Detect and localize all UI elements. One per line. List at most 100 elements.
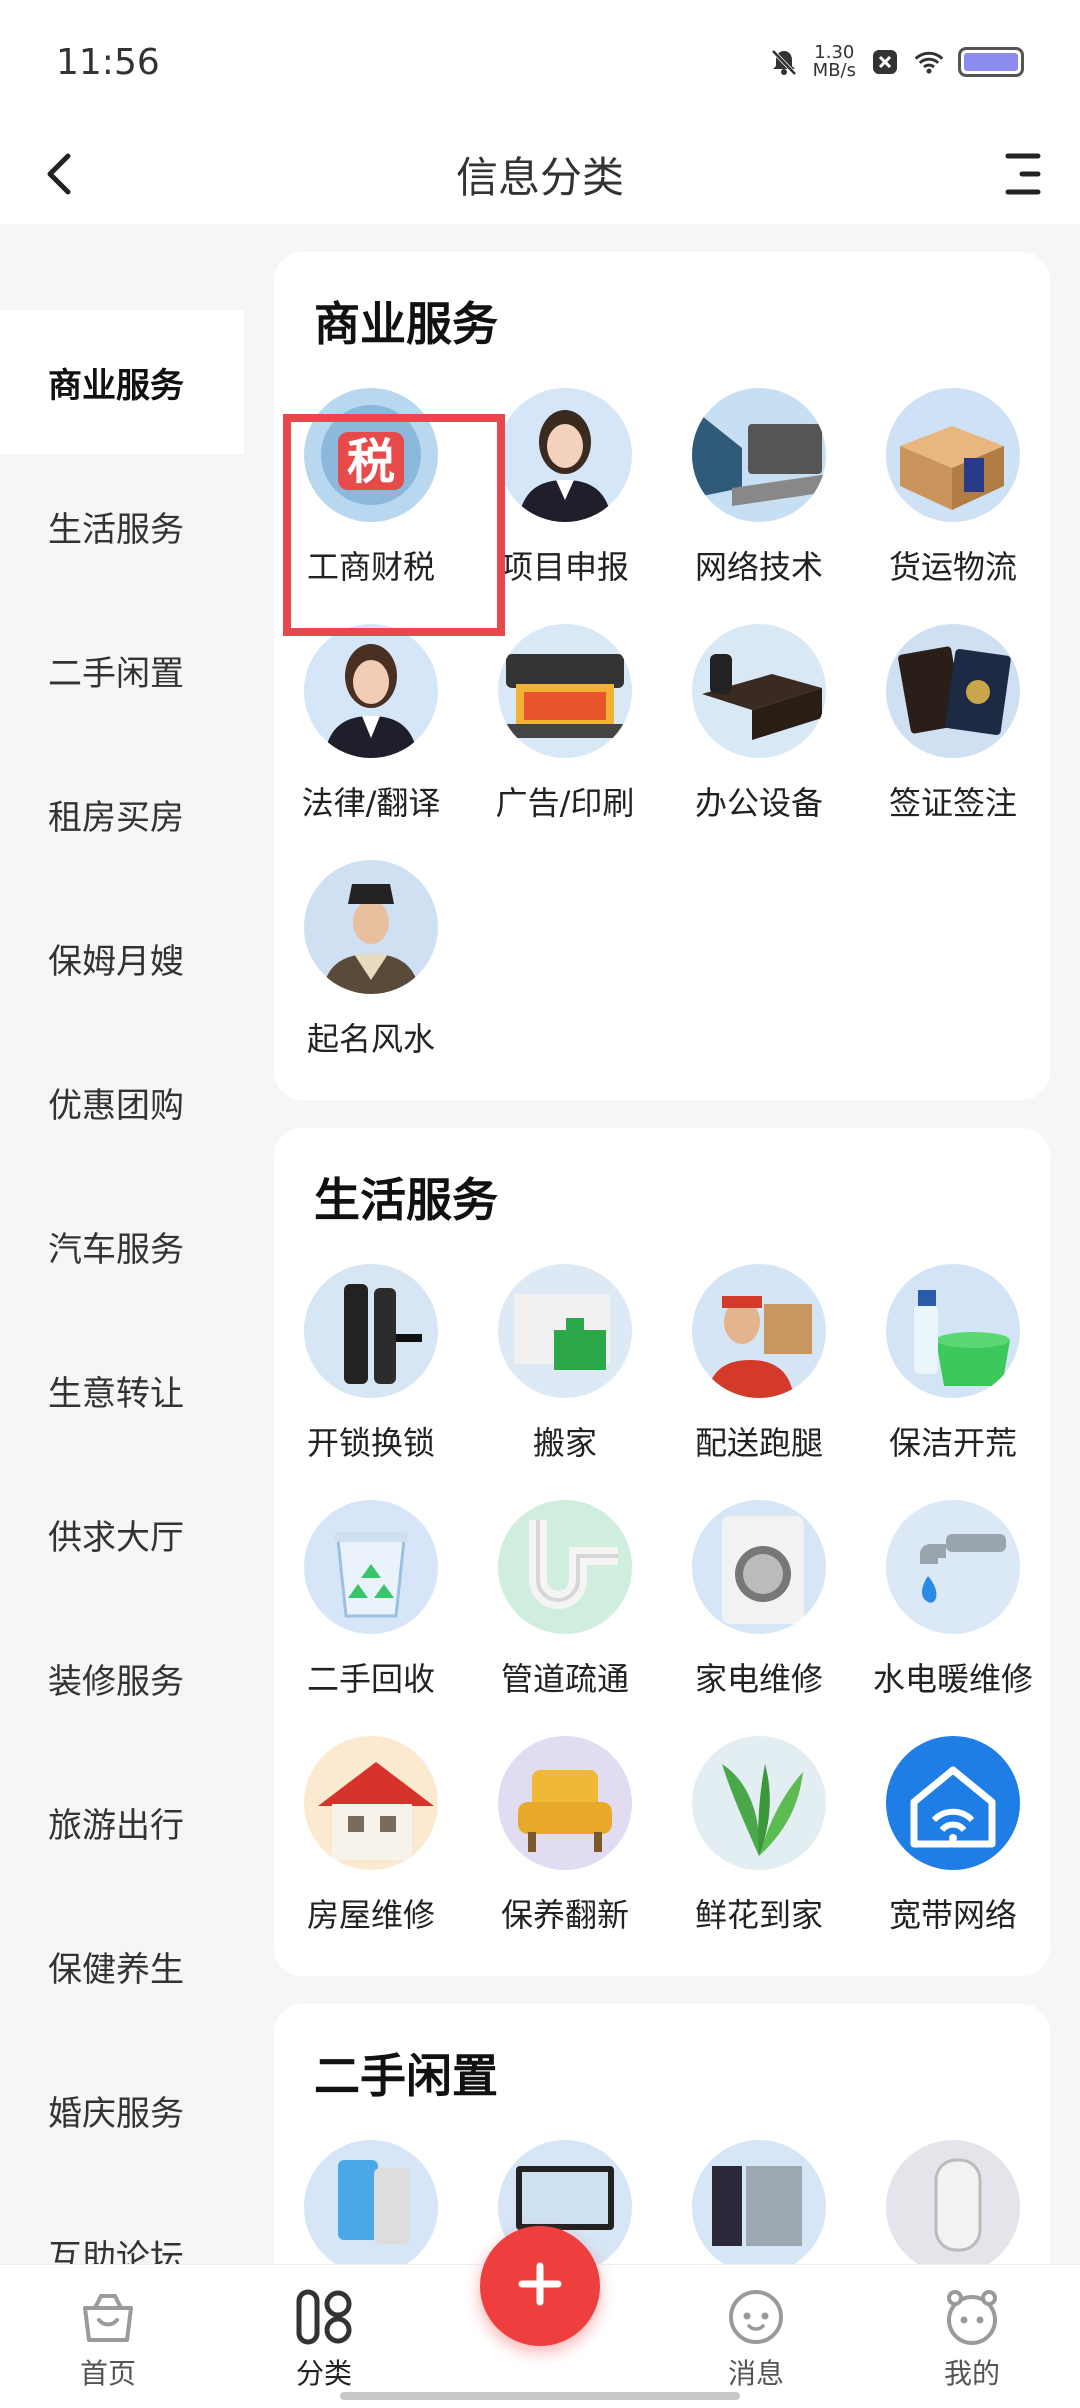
courier-icon xyxy=(692,1264,826,1398)
cleaning-bucket-icon xyxy=(886,1264,1020,1398)
printer-icon xyxy=(498,624,632,758)
item-label: 保洁开荒 xyxy=(888,1424,1017,1462)
sidebar-item-business[interactable]: 商业服务 xyxy=(0,310,244,454)
section-title: 商业服务 xyxy=(314,297,498,351)
profile-face-icon xyxy=(941,2286,1003,2348)
item-label: 配送跑腿 xyxy=(694,1424,823,1462)
section-title: 二手闲置 xyxy=(314,2049,498,2103)
tab-label: 首页 xyxy=(79,2357,136,2390)
item-label: 家电维修 xyxy=(694,1660,823,1698)
item-label: 签证签注 xyxy=(888,784,1017,822)
item-recycle[interactable]: 二手回收 xyxy=(274,1500,468,1700)
item-label: 房屋维修 xyxy=(306,1896,435,1934)
battery-icon xyxy=(958,47,1024,77)
section-secondhand: 二手闲置 xyxy=(274,2004,1050,2264)
home-indicator xyxy=(340,2392,740,2400)
faucet-icon xyxy=(886,1500,1020,1634)
nav-bar: 信息分类 xyxy=(0,124,1080,224)
status-icons: 1.30 MB/s xyxy=(769,44,1024,80)
tab-messages[interactable]: 消息 xyxy=(676,2286,836,2392)
item-label: 法律/翻译 xyxy=(301,784,441,822)
status-time: 11:56 xyxy=(56,41,160,83)
sidebar-item-life[interactable]: 生活服务 xyxy=(0,454,244,598)
recycle-bin-icon xyxy=(304,1500,438,1634)
item-moving[interactable]: 搬家 xyxy=(468,1264,662,1464)
item-secondhand-phone[interactable] xyxy=(274,2140,468,2264)
sidebar-item-forum[interactable]: 互助论坛 xyxy=(0,2182,244,2265)
sidebar-item-travel[interactable]: 旅游出行 xyxy=(0,1750,244,1894)
item-office-equipment[interactable]: 办公设备 xyxy=(662,624,856,824)
section-title: 生活服务 xyxy=(314,1173,498,1227)
network-speed: 1.30 MB/s xyxy=(813,44,856,80)
item-plumbing[interactable]: 水电暖维修 xyxy=(856,1500,1050,1700)
cargo-box-icon xyxy=(886,388,1020,522)
category-sidebar: 商业服务 生活服务 二手闲置 租房买房 保姆月嫂 优惠团购 汽车服务 生意转让 … xyxy=(0,224,244,2264)
item-legal-translate[interactable]: 法律/翻译 xyxy=(274,624,468,824)
tab-category[interactable]: 分类 xyxy=(244,2286,404,2392)
fridge-icon xyxy=(692,2140,826,2264)
item-label: 开锁换锁 xyxy=(306,1424,435,1462)
chevron-left-icon[interactable] xyxy=(30,144,90,204)
item-ad-print[interactable]: 广告/印刷 xyxy=(468,624,662,824)
item-flowers[interactable]: 鲜花到家 xyxy=(662,1736,856,1936)
publish-button[interactable] xyxy=(480,2226,600,2346)
sidebar-item-car[interactable]: 汽车服务 xyxy=(0,1174,244,1318)
tab-label: 消息 xyxy=(727,2357,784,2390)
item-network-tech[interactable]: 网络技术 xyxy=(662,388,856,588)
smart-lock-icon xyxy=(304,1264,438,1398)
item-label: 起名风水 xyxy=(306,1020,435,1058)
item-delivery[interactable]: 配送跑腿 xyxy=(662,1264,856,1464)
item-broadband[interactable]: 宽带网络 xyxy=(856,1736,1050,1936)
sidebar-item-health[interactable]: 保健养生 xyxy=(0,1894,244,2038)
category-icon xyxy=(293,2286,355,2348)
speed-unit: MB/s xyxy=(812,60,856,81)
tab-home[interactable]: 首页 xyxy=(28,2286,188,2392)
sidebar-item-secondhand[interactable]: 二手闲置 xyxy=(0,598,244,742)
item-naming-fengshui[interactable]: 起名风水 xyxy=(274,860,468,1060)
item-label: 货运物流 xyxy=(888,548,1017,586)
passport-icon xyxy=(886,624,1020,758)
office-desk-icon xyxy=(692,624,826,758)
sidebar-item-group-buy[interactable]: 优惠团购 xyxy=(0,1030,244,1174)
item-secondhand-fridge[interactable] xyxy=(662,2140,856,2264)
sidebar-item-wedding[interactable]: 婚庆服务 xyxy=(0,2038,244,2182)
tab-label: 分类 xyxy=(295,2357,352,2390)
armchair-icon xyxy=(498,1736,632,1870)
item-pipe[interactable]: 管道疏通 xyxy=(468,1500,662,1700)
item-visa[interactable]: 签证签注 xyxy=(856,624,1050,824)
item-label: 管道疏通 xyxy=(500,1660,629,1698)
item-lock[interactable]: 开锁换锁 xyxy=(274,1264,468,1464)
mute-bell-icon xyxy=(769,47,799,77)
tab-profile[interactable]: 我的 xyxy=(892,2286,1052,2392)
sidebar-item-supply-demand[interactable]: 供求大厅 xyxy=(0,1462,244,1606)
plant-icon xyxy=(692,1736,826,1870)
tab-label: 我的 xyxy=(943,2357,1000,2390)
laptop-icon xyxy=(692,388,826,522)
message-face-icon xyxy=(725,2286,787,2348)
selection-highlight xyxy=(283,414,505,636)
menu-lines-icon[interactable] xyxy=(994,146,1050,202)
wifi-house-icon xyxy=(886,1736,1020,1870)
washing-machine-icon xyxy=(692,1500,826,1634)
sidebar-item-nanny[interactable]: 保姆月嫂 xyxy=(0,886,244,1030)
item-refurbish[interactable]: 保养翻新 xyxy=(468,1736,662,1936)
house-icon xyxy=(304,1736,438,1870)
sidebar-item-housing[interactable]: 租房买房 xyxy=(0,742,244,886)
item-house-repair[interactable]: 房屋维修 xyxy=(274,1736,468,1936)
item-cleaning[interactable]: 保洁开荒 xyxy=(856,1264,1050,1464)
item-label: 项目申报 xyxy=(500,548,629,586)
sidebar-item-decoration[interactable]: 装修服务 xyxy=(0,1606,244,1750)
lawyer-icon xyxy=(304,624,438,758)
home-basket-icon xyxy=(77,2286,139,2348)
item-appliance-repair[interactable]: 家电维修 xyxy=(662,1500,856,1700)
sidebar-item-business-transfer[interactable]: 生意转让 xyxy=(0,1318,244,1462)
item-label: 广告/印刷 xyxy=(495,784,635,822)
status-bar: 11:56 1.30 MB/s xyxy=(0,0,1080,124)
item-secondhand-appliance[interactable] xyxy=(856,2140,1050,2264)
category-content: 商业服务 税 工商财税 项目申报 网络技术 货运物流 法律/翻译 广告/印刷 办… xyxy=(244,224,1080,2264)
item-freight[interactable]: 货运物流 xyxy=(856,388,1050,588)
plus-icon xyxy=(512,2256,568,2316)
item-label: 办公设备 xyxy=(694,784,823,822)
pipe-icon xyxy=(498,1500,632,1634)
